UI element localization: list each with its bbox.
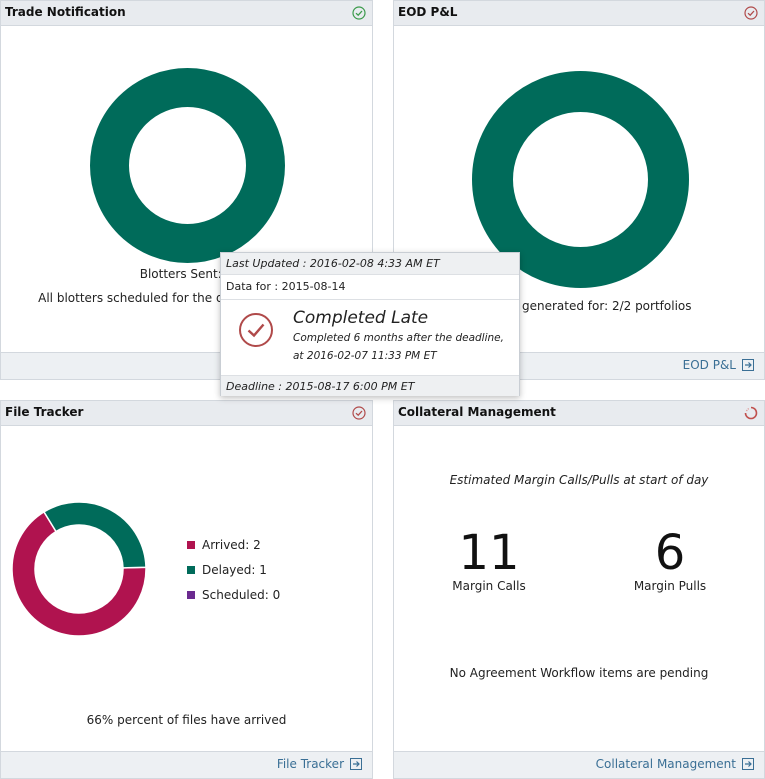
legend-swatch [187, 565, 195, 574]
panel-title: EOD P&L [398, 5, 458, 19]
margin-subtitle: Estimated Margin Calls/Pulls at start of… [449, 473, 709, 487]
eod-pl-link[interactable]: EOD P&L [683, 358, 754, 372]
legend-label: Scheduled: 0 [202, 587, 281, 602]
panel-footer: Collateral Management [394, 751, 764, 778]
panel-title: Trade Notification [5, 5, 126, 19]
legend-item-arrived: Arrived: 2 [187, 532, 280, 557]
collateral-management-link[interactable]: Collateral Management [596, 757, 754, 771]
collateral-management-panel: Collateral Management Estimated Margin C… [393, 400, 765, 779]
spinner-icon[interactable] [744, 406, 758, 420]
blotters-donut-chart [90, 68, 285, 263]
panel-header: EOD P&L [394, 1, 764, 26]
check-circle-icon[interactable] [744, 6, 758, 20]
open-arrow-icon [350, 758, 362, 770]
donut-slice-delayed [42, 501, 147, 569]
file-tracker-link[interactable]: File Tracker [277, 757, 362, 771]
open-arrow-icon [742, 359, 754, 371]
panel-header: File Tracker [1, 401, 372, 426]
files-legend: Arrived: 2 Delayed: 1 Scheduled: 0 [187, 532, 280, 607]
eod-donut-ring [472, 71, 689, 288]
file-tracker-link-label: File Tracker [276, 757, 344, 771]
tooltip-last-updated: Last Updated : 2016-02-08 4:33 AM ET [221, 253, 519, 275]
tooltip-status-title: Completed Late [293, 308, 429, 328]
legend-item-scheduled: Scheduled: 0 [187, 582, 280, 607]
collateral-link-label: Collateral Management [595, 757, 736, 771]
legend-label: Delayed: 1 [202, 562, 267, 577]
tooltip-data-for: Data for : 2015-08-14 [226, 280, 346, 293]
tooltip-status-detail-1: Completed 6 months after the deadline, [293, 332, 504, 344]
tooltip-deadline: Deadline : 2015-08-17 6:00 PM ET [221, 375, 519, 396]
status-tooltip: Last Updated : 2016-02-08 4:33 AM ET Dat… [220, 252, 520, 396]
margin-pulls-label: Margin Pulls [633, 579, 707, 593]
margin-calls-label: Margin Calls [452, 579, 526, 593]
tooltip-status-block: Completed Late Completed 6 months after … [221, 299, 519, 376]
check-circle-icon[interactable] [352, 406, 366, 420]
margin-calls-value: 11 [458, 525, 520, 581]
panel-header: Trade Notification [1, 1, 372, 26]
tooltip-status-detail-2: at 2016-02-07 11:33 PM ET [293, 350, 437, 362]
file-tracker-panel: File Tracker Arrived: 2 Delayed: 1 Sched… [0, 400, 373, 779]
files-donut-chart [11, 501, 147, 637]
blotters-donut-ring [90, 68, 285, 263]
panel-title: Collateral Management [398, 405, 556, 419]
legend-label: Arrived: 2 [202, 537, 261, 552]
completed-check-icon [239, 313, 273, 347]
eod-generated-text: generated for: 2/2 portfolios [522, 299, 692, 313]
check-circle-icon[interactable] [352, 6, 366, 20]
panel-title: File Tracker [5, 405, 84, 419]
legend-item-delayed: Delayed: 1 [187, 557, 280, 582]
legend-swatch [187, 540, 195, 549]
eod-pl-link-label: EOD P&L [682, 358, 736, 372]
panel-footer: File Tracker [1, 751, 372, 778]
legend-swatch [187, 590, 195, 599]
files-summary-text: 66% percent of files have arrived [86, 713, 287, 727]
open-arrow-icon [742, 758, 754, 770]
panel-header: Collateral Management [394, 401, 764, 426]
agreement-pending-text: No Agreement Workflow items are pending [449, 666, 709, 680]
margin-pulls-value: 6 [654, 525, 686, 581]
